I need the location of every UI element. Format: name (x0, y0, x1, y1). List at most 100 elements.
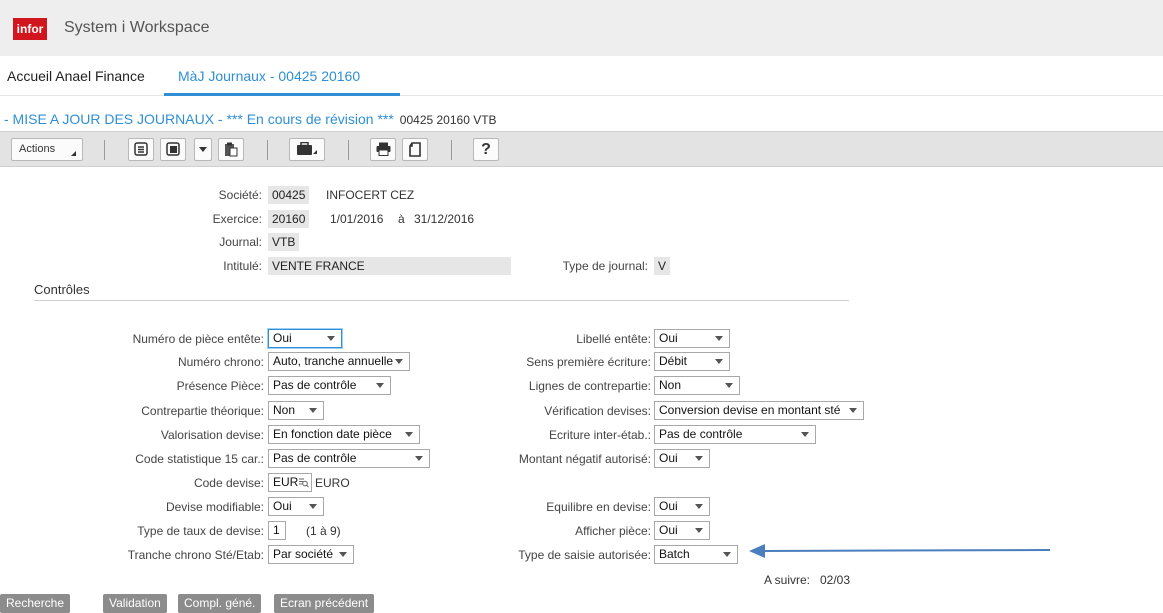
sens-label: Sens première écriture: (526, 355, 651, 369)
tranche-select[interactable]: Par société (268, 545, 354, 564)
chevron-down-icon (801, 432, 809, 437)
afficher-select[interactable]: Oui (654, 521, 710, 540)
dropdown-icon (199, 147, 207, 152)
code-stat-select[interactable]: Pas de contrôle (268, 449, 430, 468)
type-saisie-value: Batch (659, 547, 690, 561)
list-button[interactable] (128, 138, 154, 161)
libelle-select[interactable]: Oui (654, 329, 730, 348)
print-button[interactable] (370, 138, 396, 161)
intitule-label: Intitulé: (223, 259, 262, 273)
presence-piece-value: Pas de contrôle (273, 378, 357, 392)
code-stat-label: Code statistique 15 car.: (135, 452, 264, 466)
type-taux-input[interactable]: 1 (268, 521, 286, 540)
copy-dropdown-button[interactable] (194, 138, 212, 161)
chevron-down-icon (376, 383, 384, 388)
actions-label: Actions (19, 143, 56, 155)
verif-label: Vérification devises: (544, 404, 651, 418)
ecriture-label: Ecriture inter-étab.: (548, 428, 651, 442)
corner-arrow-icon (71, 151, 76, 156)
chevron-down-icon (725, 383, 733, 388)
help-icon: ? (481, 141, 491, 158)
paste-icon (225, 142, 238, 157)
equilibre-select[interactable]: Oui (654, 497, 710, 516)
paste-button[interactable] (218, 138, 244, 161)
devise-modif-select[interactable]: Oui (268, 497, 324, 516)
type-journal-label: Type de journal: (562, 259, 648, 273)
equilibre-label: Equilibre en devise: (546, 500, 651, 514)
tab-accueil[interactable]: Accueil Anael Finance (7, 67, 145, 85)
contrepartie-select[interactable]: Non (268, 401, 324, 420)
contrepartie-label: Contrepartie théorique: (141, 404, 264, 418)
compl-gene-button[interactable]: Compl. géné. (178, 594, 262, 613)
validation-button[interactable]: Validation (103, 594, 167, 613)
equilibre-value: Oui (659, 499, 678, 513)
chevron-down-icon (715, 336, 723, 341)
actions-button[interactable]: Actions (11, 138, 83, 161)
code-devise-value: EUR (273, 475, 299, 489)
lignes-select[interactable]: Non (654, 376, 740, 395)
num-chrono-label: Numéro chrono: (177, 355, 264, 369)
montant-value: Oui (659, 451, 678, 465)
type-journal-value: V (654, 257, 671, 275)
toolbar-separator (267, 140, 268, 160)
exercice-end: 31/12/2016 (414, 212, 475, 226)
tab-maj-journaux[interactable]: MàJ Journaux - 00425 20160 (178, 67, 360, 85)
page-title: - MISE A JOUR DES JOURNAUX - *** En cour… (4, 111, 497, 127)
pagination-label: A suivre: (764, 573, 811, 587)
pagination-value: 02/03 (820, 573, 851, 587)
contrepartie-value: Non (273, 403, 296, 417)
chevron-down-icon (695, 528, 703, 533)
active-tab-indicator (164, 93, 400, 96)
recherche-button[interactable]: Recherche (0, 594, 71, 613)
toolbar-separator (104, 140, 105, 160)
num-piece-label: Numéro de pièce entête: (132, 332, 264, 346)
lignes-value: Non (659, 378, 682, 392)
type-saisie-select[interactable]: Batch (654, 545, 738, 564)
copy-icon (166, 142, 180, 156)
chevron-down-icon (695, 504, 703, 509)
section-controles-title: Contrôles (34, 282, 90, 297)
num-piece-select[interactable]: Oui (268, 329, 342, 348)
journal-label: Journal: (219, 235, 262, 249)
ecran-precedent-button[interactable]: Ecran précédent (274, 594, 375, 613)
tranche-value: Par société (273, 547, 334, 561)
export-icon (409, 142, 421, 157)
code-devise-label: Code devise: (193, 476, 264, 490)
briefcase-button[interactable] (289, 138, 325, 161)
chevron-down-icon (415, 456, 423, 461)
num-piece-value: Oui (273, 331, 292, 345)
chevron-down-icon (695, 456, 703, 461)
chevron-down-icon (395, 359, 403, 364)
chevron-down-icon (715, 359, 723, 364)
montant-select[interactable]: Oui (654, 449, 710, 468)
tranche-label: Tranche chrono Sté/Etab: (127, 548, 264, 562)
briefcase-icon (297, 142, 317, 155)
copy-button[interactable] (160, 138, 186, 161)
devise-modif-value: Oui (273, 499, 292, 513)
exercice-to: à (398, 212, 405, 226)
exercice-start: 1/01/2016 (330, 212, 384, 226)
help-button[interactable]: ? (473, 138, 499, 161)
code-devise-input[interactable]: EUR (268, 473, 312, 492)
verif-value: Conversion devise en montant sté (659, 403, 841, 417)
presence-piece-select[interactable]: Pas de contrôle (268, 376, 391, 395)
afficher-label: Afficher pièce: (575, 524, 651, 538)
toolbar-separator (348, 140, 349, 160)
tab-bar: Accueil Anael Finance MàJ Journaux - 004… (0, 56, 1163, 96)
type-saisie-label: Type de saisie autorisée: (518, 548, 651, 562)
num-chrono-value: Auto, tranche annuelle (273, 354, 394, 368)
valorisation-value: En fonction date pièce (273, 427, 392, 441)
search-icon (299, 478, 309, 488)
montant-label: Montant négatif autorisé: (518, 452, 651, 466)
verif-select[interactable]: Conversion devise en montant sté (654, 401, 864, 420)
export-button[interactable] (402, 138, 428, 161)
libelle-label: Libellé entête: (576, 332, 651, 346)
sens-select[interactable]: Débit (654, 352, 730, 371)
toolbar-separator (451, 140, 452, 160)
libelle-value: Oui (659, 331, 678, 345)
ecriture-select[interactable]: Pas de contrôle (654, 425, 816, 444)
annotation-arrow-icon (749, 544, 1051, 558)
num-chrono-select[interactable]: Auto, tranche annuelle (268, 352, 410, 371)
type-taux-value: 1 (273, 523, 280, 537)
valorisation-select[interactable]: En fonction date pièce (268, 425, 420, 444)
